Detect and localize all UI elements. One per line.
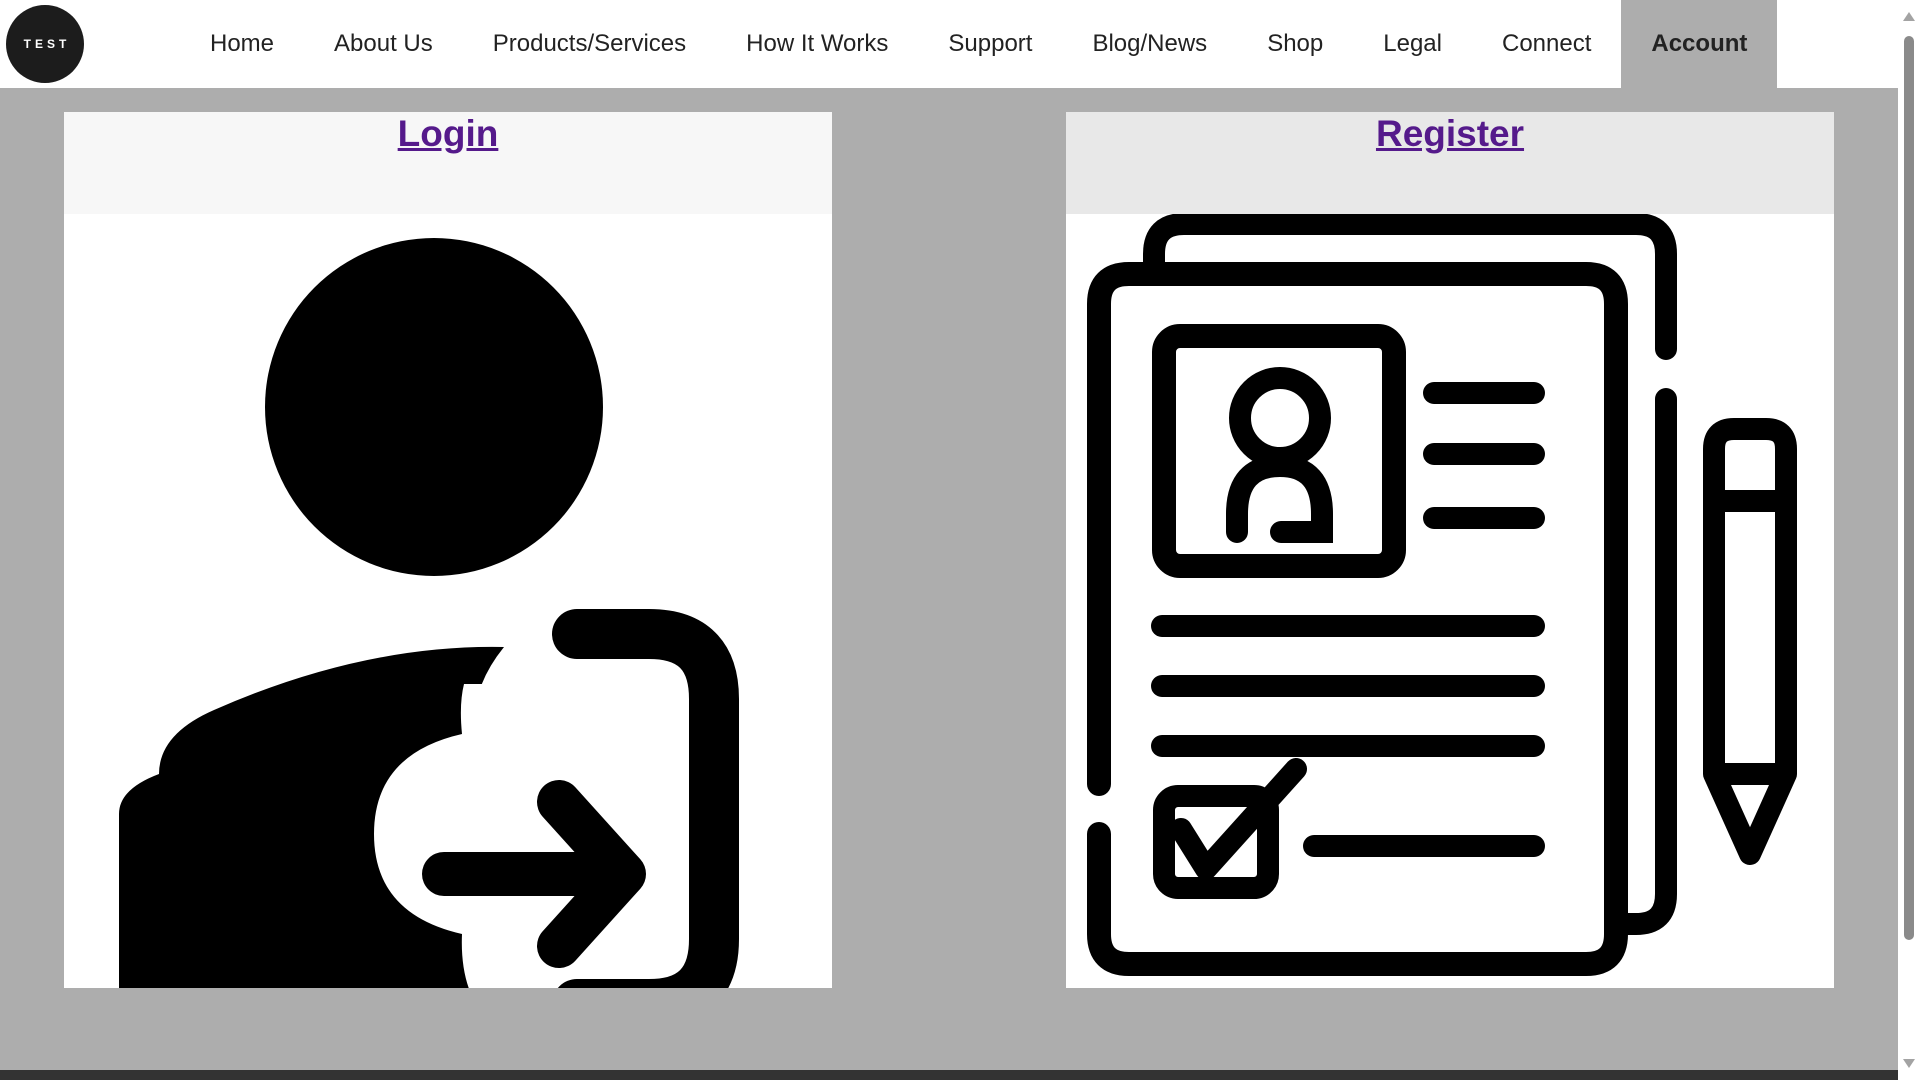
nav-item-support[interactable]: Support (918, 0, 1062, 88)
nav-item-account[interactable]: Account (1621, 0, 1778, 88)
user-login-icon[interactable] (64, 214, 832, 988)
nav-item-about-us[interactable]: About Us (304, 0, 463, 88)
nav-item-legal[interactable]: Legal (1353, 0, 1472, 88)
nav-menu: Home About Us Products/Services How It W… (180, 0, 1778, 88)
nav-item-how-it-works[interactable]: How It Works (716, 0, 918, 88)
nav-item-home[interactable]: Home (180, 0, 304, 88)
site-logo[interactable]: TEST (6, 5, 84, 83)
scroll-up-arrow-icon[interactable] (1903, 12, 1915, 21)
vertical-scrollbar[interactable] (1898, 0, 1920, 1080)
footer-bar (0, 1070, 1898, 1080)
scroll-down-arrow-icon[interactable] (1903, 1059, 1915, 1068)
login-card: Login (64, 112, 832, 988)
login-link[interactable]: Login (398, 113, 499, 155)
nav-item-blog-news[interactable]: Blog/News (1062, 0, 1237, 88)
top-navbar: TEST Home About Us Products/Services How… (0, 0, 1898, 88)
scroll-thumb[interactable] (1904, 36, 1914, 940)
register-link[interactable]: Register (1376, 113, 1524, 155)
register-card: Register (1066, 112, 1834, 988)
page-viewport: TEST Home About Us Products/Services How… (0, 0, 1898, 1080)
login-card-header: Login (64, 112, 832, 214)
register-card-header: Register (1066, 112, 1834, 214)
nav-item-connect[interactable]: Connect (1472, 0, 1621, 88)
registration-form-icon[interactable] (1066, 214, 1834, 988)
nav-item-shop[interactable]: Shop (1237, 0, 1353, 88)
nav-item-products-services[interactable]: Products/Services (463, 0, 716, 88)
